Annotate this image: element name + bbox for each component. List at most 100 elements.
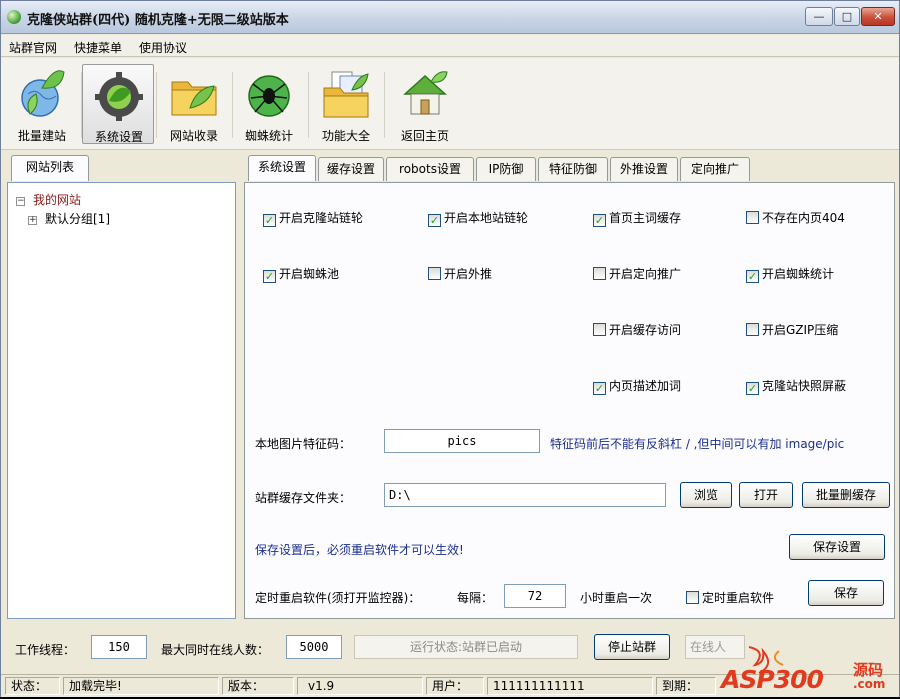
menu-shortcuts[interactable]: 快捷菜单 [74,39,122,56]
toolbar-divider [384,72,385,138]
checkbox-box[interactable] [593,267,606,280]
tab-robots-settings[interactable]: robots设置 [386,157,474,181]
home-icon [403,71,448,115]
threads-input[interactable]: 150 [91,635,147,659]
checkbox-inner-desc-keyword[interactable]: ✓ 内页描述加词 [593,377,681,395]
user-value: 111111111111 [487,677,653,695]
menu-site-official[interactable]: 站群官网 [9,39,57,56]
tool-label: 系统设置 [94,130,143,144]
checkbox-label: 开启本地站链轮 [444,211,529,225]
window-title: 克隆侠站群(四代) 随机克隆+无限二级站版本 [27,13,289,28]
checkbox-clone-link-wheel[interactable]: ✓ 开启克隆站链轮 [263,209,363,227]
interval-label: 每隔： [457,591,494,605]
version-label: 版本： [222,677,294,695]
checkbox-inner-404[interactable]: 不存在内页404 [746,209,845,226]
checkbox-box[interactable]: ✓ [263,214,276,227]
tool-batch-build[interactable]: 批量建站 [6,64,78,144]
checkbox-targeted-promo[interactable]: 开启定向推广 [593,265,681,282]
checkbox-box[interactable]: ✓ [746,382,759,395]
menu-agreement[interactable]: 使用协议 [139,39,187,56]
maximize-button[interactable]: □ [834,7,860,26]
tab-cache-settings[interactable]: 缓存设置 [318,157,384,181]
tree-node-label: 我的网站 [33,193,82,207]
tool-all-features[interactable]: 功能大全 [310,64,382,144]
checkbox-box[interactable] [746,211,759,224]
tool-home[interactable]: 返回主页 [389,64,461,144]
checkbox-label: 开启GZIP压缩 [762,323,839,337]
checkbox-box[interactable] [428,267,441,280]
tool-system-settings[interactable]: 系统设置 [82,64,154,144]
stop-cluster-button[interactable]: 停止站群 [594,634,670,660]
open-folder-button[interactable]: 打开 [739,482,793,508]
app-logo-icon [7,10,21,24]
minimize-button[interactable]: — [805,7,833,26]
checkbox-box[interactable] [746,323,759,336]
checkbox-label: 开启克隆站链轮 [279,211,364,225]
checkbox-box[interactable]: ✓ [263,270,276,283]
checkbox-box[interactable]: ✓ [428,214,441,227]
threads-label: 工作线程： [15,643,76,657]
tab-targeted-promo[interactable]: 定向推广 [680,157,750,181]
save-settings-button[interactable]: 保存设置 [789,534,885,560]
checkbox-snapshot-block[interactable]: ✓ 克隆站快照屏蔽 [746,377,846,395]
checkbox-box[interactable]: ✓ [593,214,606,227]
tab-site-list[interactable]: 网站列表 [11,155,89,181]
checkbox-spider-stats[interactable]: ✓ 开启蜘蛛统计 [746,265,834,283]
toolbar: 批量建站 系统设置 网站收录 蜘蛛统计 功能大全 返回主页 [1,58,899,150]
checkbox-box[interactable]: ✓ [746,270,759,283]
checkbox-label: 内页描述加词 [609,379,682,393]
app-window: 克隆侠站群(四代) 随机克隆+无限二级站版本 — □ ✕ 站群官网 快捷菜单 使… [0,0,900,697]
folder-docs-icon [323,71,369,118]
restart-interval-input[interactable]: 72 [504,584,566,608]
user-label: 用户： [426,677,484,695]
max-online-label: 最大同时在线人数： [161,643,270,657]
tab-ip-defense[interactable]: IP防御 [476,157,536,181]
max-online-input[interactable]: 5000 [286,635,342,659]
spider-icon [248,75,290,117]
checkbox-external-push[interactable]: 开启外推 [428,265,492,282]
site-list-panel: 网站列表 − 我的网站 + 默认分组[1] [7,155,236,619]
tab-feature-defense[interactable]: 特征防御 [538,157,608,181]
checkbox-scheduled-restart[interactable]: 定时重启软件 [686,589,774,606]
tree-node-default-group[interactable]: + 默认分组[1] [28,210,110,227]
checkbox-local-link-wheel[interactable]: ✓ 开启本地站链轮 [428,209,528,227]
site-tree: − 我的网站 + 默认分组[1] [7,182,236,619]
cache-folder-label: 站群缓存文件夹： [255,491,352,505]
image-code-label: 本地图片特征码： [255,437,352,451]
tab-push-settings[interactable]: 外推设置 [610,157,678,181]
image-code-input[interactable]: pics [384,429,540,453]
tool-label: 功能大全 [321,129,370,143]
checkbox-box[interactable] [686,591,699,604]
status-value: 加载完毕! [63,677,219,695]
close-button[interactable]: ✕ [861,7,895,26]
collapse-icon[interactable]: − [16,197,25,206]
globe-leaf-icon [21,70,65,117]
browse-button[interactable]: 浏览 [680,482,732,508]
checkbox-gzip[interactable]: 开启GZIP压缩 [746,321,838,338]
status-label: 状态： [5,677,60,695]
tool-site-indexing[interactable]: 网站收录 [158,64,230,144]
checkbox-label: 开启蜘蛛池 [279,267,340,281]
checkbox-label: 克隆站快照屏蔽 [762,379,847,393]
title-bar: 克隆侠站群(四代) 随机克隆+无限二级站版本 — □ ✕ [1,1,899,34]
tool-spider-stats[interactable]: 蜘蛛统计 [233,64,305,144]
tree-node-my-sites[interactable]: − 我的网站 [16,191,81,208]
checkbox-homepage-keyword-cache[interactable]: ✓ 首页主词缓存 [593,209,681,227]
image-code-hint: 特征码前后不能有反斜杠 / ,但中间可以有加 image/pic [550,437,845,451]
checkbox-label: 开启外推 [444,267,493,281]
checkbox-box[interactable] [593,323,606,336]
save-restart-button[interactable]: 保存 [808,580,884,606]
cache-folder-input[interactable]: D:\ [384,483,666,507]
tab-system-settings[interactable]: 系统设置 [248,155,316,181]
expand-icon[interactable]: + [28,216,37,225]
tool-label: 网站收录 [169,129,218,143]
checkbox-spider-pool[interactable]: ✓ 开启蜘蛛池 [263,265,339,283]
watermark-brand: ASP300 [721,665,824,694]
checkbox-label: 开启缓存访问 [609,323,682,337]
checkbox-label: 首页主词缓存 [609,211,682,225]
save-notice: 保存设置后，必须重启软件才可以生效! [255,543,464,557]
batch-delete-cache-button[interactable]: 批量删缓存 [802,482,890,508]
checkbox-box[interactable]: ✓ [593,382,606,395]
checkbox-label: 开启蜘蛛统计 [762,267,835,281]
checkbox-cache-access[interactable]: 开启缓存访问 [593,321,681,338]
